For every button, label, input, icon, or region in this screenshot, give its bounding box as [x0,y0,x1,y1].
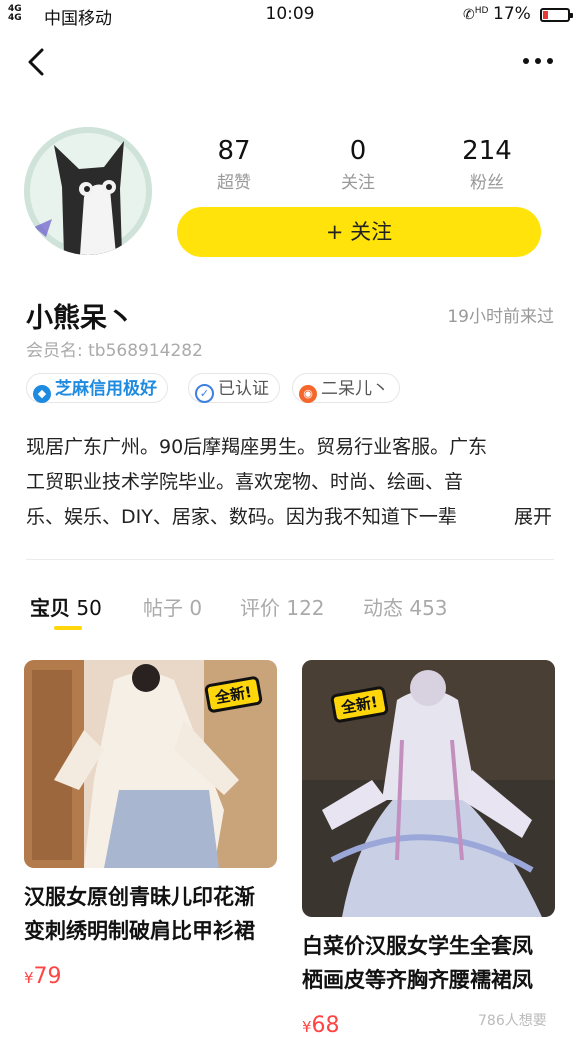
bio-line: 工贸职业技术学院毕业。喜欢宠物、时尚、绘画、音 [26,471,464,493]
stat-fans-value: 214 [462,136,512,166]
stat-likes[interactable]: 87 超赞 [174,136,294,193]
tab-count: 0 [189,596,203,620]
stat-following[interactable]: 0 关注 [298,136,418,193]
tab-label: 帖子 [143,596,183,620]
active-tab-indicator [54,626,82,630]
badge-label: 二呆儿丶 [321,379,389,399]
tab-count: 50 [76,596,102,620]
more-button[interactable] [520,44,560,80]
stat-likes-value: 87 [217,136,251,166]
tab-items[interactable]: 宝贝 50 [30,592,102,621]
stat-fans[interactable]: 214 粉丝 [427,136,547,193]
more-dots-icon [523,58,553,64]
tab-label: 宝贝 [30,596,70,620]
product-title-line: 汉服女原创青昧儿印花渐 [24,885,255,909]
status-bar: 4G 4G 中国移动 10:09 ✆HD 17% [0,0,580,32]
hd-call-icon: ✆HD [463,6,489,23]
stat-likes-label: 超赞 [217,173,251,193]
bio: 现居广东广州。90后摩羯座男生。贸易行业客服。广东 工贸职业技术学院毕业。喜欢宠… [26,430,556,535]
tab-posts[interactable]: 帖子 0 [143,592,202,621]
product-title: 白菜价汉服女学生全套凤 栖画皮等齐胸齐腰襦裙凤 [302,929,555,997]
currency-symbol: ¥ [302,1018,312,1036]
badge-verified[interactable]: ✓ 已认证 [188,373,280,403]
weibo-icon: ◉ [299,385,317,403]
badge-label: 芝麻信用极好 [55,379,157,399]
product-card[interactable]: 全新! 汉服女原创青昧儿印花渐 变刺绣明制破肩比甲衫裙 ¥79 [24,660,277,989]
badge-label: 已认证 [218,379,269,399]
divider [26,559,554,560]
bio-line: 乐、娱乐、DIY、居家、数码。因为我不知道下一辈 [26,506,457,528]
last-seen: 19小时前来过 [447,307,554,327]
badge-weibo[interactable]: ◉ 二呆儿丶 [292,373,400,403]
price-value: 79 [33,964,62,989]
product-price: ¥79 [24,964,277,989]
sesame-credit-icon: ◆ [33,385,51,403]
badge-sesame-credit[interactable]: ◆ 芝麻信用极好 [26,373,168,403]
product-title: 汉服女原创青昧儿印花渐 变刺绣明制破肩比甲衫裙 [24,880,277,948]
stat-following-value: 0 [349,136,367,166]
tab-label: 动态 [363,596,403,620]
follow-button[interactable]: + 关注 [177,207,541,257]
battery-icon [540,8,573,22]
cat-avatar-image [24,127,152,255]
wants-count: 786人想要 [478,1013,547,1029]
tab-activity[interactable]: 动态 453 [363,592,448,621]
price-value: 68 [311,1013,340,1038]
product-title-line: 白菜价汉服女学生全套凤 [302,934,533,958]
tab-count: 453 [409,596,448,620]
chevron-left-icon [28,48,44,76]
currency-symbol: ¥ [24,969,34,987]
battery-percent: 17% [493,4,531,24]
product-title-line: 栖画皮等齐胸齐腰襦裙凤 [302,968,533,992]
tab-label: 评价 [240,596,280,620]
expand-bio-link[interactable]: 展开 [510,500,553,535]
back-button[interactable] [24,44,54,84]
tab-reviews[interactable]: 评价 122 [240,592,325,621]
avatar[interactable] [24,127,152,255]
tab-count: 122 [286,596,325,620]
stat-fans-label: 粉丝 [470,173,504,193]
stat-following-label: 关注 [341,173,375,193]
verified-icon: ✓ [195,384,214,403]
member-id: 会员名: tb568914282 [26,341,203,361]
bio-line: 现居广东广州。90后摩羯座男生。贸易行业客服。广东 [26,436,488,458]
product-card[interactable]: 全新! 白菜价汉服女学生全套凤 栖画皮等齐胸齐腰襦裙凤 ¥68 [302,660,555,1038]
user-name: 小熊呆丶 [26,303,134,334]
product-title-line: 变刺绣明制破肩比甲衫裙 [24,919,255,943]
